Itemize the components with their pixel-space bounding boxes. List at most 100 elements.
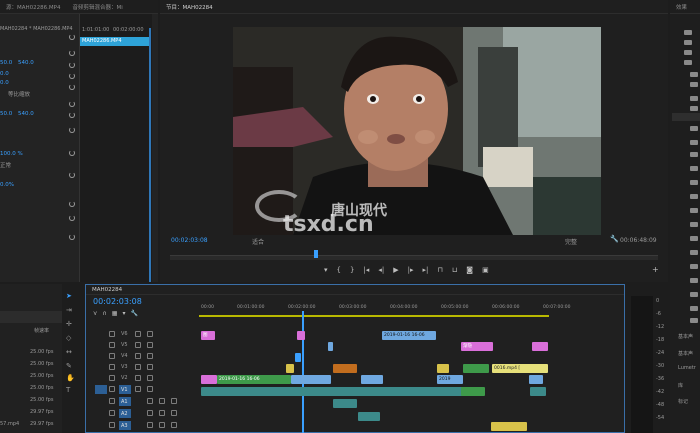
folder-icon[interactable] <box>690 236 698 241</box>
fit-dropdown[interactable]: 适合 <box>252 237 264 246</box>
reset-icon[interactable] <box>69 62 75 68</box>
reset-icon[interactable] <box>69 234 75 240</box>
folder-icon[interactable] <box>684 50 692 55</box>
reset-icon[interactable] <box>69 50 75 56</box>
folder-icon[interactable] <box>690 140 698 145</box>
razor-tool-icon[interactable]: ◇ <box>66 334 71 342</box>
program-timecode-current[interactable]: 00:02:03:08 <box>171 237 208 244</box>
panel-label-essential-sound-2[interactable]: 基本声 <box>678 350 693 357</box>
folder-icon[interactable] <box>690 278 698 283</box>
mute-icon[interactable] <box>147 422 153 428</box>
folder-icon[interactable] <box>690 264 698 269</box>
folder-icon[interactable] <box>690 222 698 227</box>
track-label-a2[interactable]: A2 <box>121 411 128 417</box>
sync-icon[interactable] <box>135 342 141 348</box>
lift-icon[interactable]: ⊓ <box>437 266 442 274</box>
clip-a2-audio[interactable] <box>333 399 357 408</box>
sync-icon[interactable] <box>135 353 141 359</box>
timeline-timecode[interactable]: 00:02:03:08 <box>93 297 142 306</box>
folder-icon[interactable] <box>690 126 698 131</box>
folder-icon[interactable] <box>690 72 698 77</box>
mini-playhead[interactable] <box>149 28 151 282</box>
mic-icon[interactable] <box>171 398 177 404</box>
value-scale[interactable]: 0.0 <box>0 71 9 79</box>
mute-icon[interactable] <box>147 398 153 404</box>
eye-icon[interactable] <box>147 342 153 348</box>
clip-v6-title[interactable]: 2019-01-16 16-06 <box>382 331 436 340</box>
clip-a1-audio[interactable] <box>201 387 463 396</box>
clip-v5-graphic[interactable] <box>532 342 548 351</box>
tab-program[interactable]: 节目：MAH02284 <box>160 3 219 11</box>
panel-label-lumetri[interactable]: Lumetr <box>678 365 696 371</box>
tab-effects[interactable]: 效果 <box>676 3 687 11</box>
folder-icon[interactable] <box>690 152 698 157</box>
selection-tool-icon[interactable]: ➤ <box>66 292 72 300</box>
step-forward-icon[interactable]: |▸ <box>408 266 414 274</box>
slip-tool-icon[interactable]: ↔ <box>66 348 72 356</box>
panel-label-essential-sound[interactable]: 基本声 <box>678 333 693 340</box>
mini-clip-bar[interactable]: MAH02286.MP4 <box>80 37 151 46</box>
reset-icon[interactable] <box>69 127 75 133</box>
clip-a4-audio[interactable] <box>491 422 527 431</box>
eye-icon[interactable] <box>147 386 153 392</box>
folder-icon[interactable] <box>690 166 698 171</box>
folder-selected-row[interactable] <box>672 113 700 121</box>
mark-out-icon[interactable]: } <box>350 266 354 274</box>
folder-icon[interactable] <box>684 60 692 65</box>
solo-icon[interactable] <box>159 398 165 404</box>
play-icon[interactable]: ▶ <box>393 266 398 274</box>
clip-v1-pink[interactable] <box>201 375 217 384</box>
quality-dropdown[interactable]: 完整 <box>565 237 577 246</box>
reset-icon[interactable] <box>69 84 75 90</box>
value-time-remap[interactable]: 0.0% <box>0 182 14 190</box>
tab-audio-mixer[interactable]: 音频剪辑混合器：Mi <box>66 3 128 11</box>
sync-icon[interactable] <box>135 375 141 381</box>
v1-source-patch[interactable] <box>95 385 107 394</box>
eye-icon[interactable] <box>147 353 153 359</box>
track-label-v3[interactable]: V3 <box>121 364 128 370</box>
value-anchor-x[interactable]: 50.0 <box>0 111 12 119</box>
mute-icon[interactable] <box>147 410 153 416</box>
reset-icon[interactable] <box>69 73 75 79</box>
export-frame-icon[interactable]: ◙ <box>466 266 473 274</box>
sync-icon[interactable] <box>135 331 141 337</box>
wrench-icon[interactable]: 🔧 <box>610 235 619 243</box>
folder-icon[interactable] <box>690 250 698 255</box>
track-label-a1[interactable]: A1 <box>121 399 128 405</box>
step-back-icon[interactable]: ◂| <box>378 266 384 274</box>
clip-a1-green[interactable] <box>461 387 485 396</box>
clip-v4-small[interactable] <box>295 353 301 362</box>
clip-v1-blue[interactable] <box>291 375 331 384</box>
eye-icon[interactable] <box>147 375 153 381</box>
lock-icon[interactable] <box>109 364 115 370</box>
eye-icon[interactable] <box>147 331 153 337</box>
ripple-edit-tool-icon[interactable]: ✛ <box>66 320 72 328</box>
clip-v5-small[interactable] <box>328 342 333 351</box>
folder-icon[interactable] <box>690 180 698 185</box>
work-area-bar[interactable] <box>199 315 549 317</box>
folder-icon[interactable] <box>690 306 698 311</box>
track-label-v1[interactable]: V1 <box>121 387 128 393</box>
mic-icon[interactable] <box>171 410 177 416</box>
solo-icon[interactable] <box>159 422 165 428</box>
reset-icon[interactable] <box>69 112 75 118</box>
clip-v1-blue[interactable] <box>361 375 383 384</box>
clip-v3-small[interactable] <box>437 364 449 373</box>
clip-v3-green[interactable] <box>463 364 489 373</box>
folder-icon[interactable] <box>690 208 698 213</box>
clip-v1-dated[interactable]: 2019 <box>437 375 463 384</box>
value-position-y[interactable]: 540.0 <box>18 60 34 68</box>
folder-icon[interactable] <box>690 292 698 297</box>
lock-icon[interactable] <box>109 353 115 359</box>
lock-icon[interactable] <box>109 331 115 337</box>
mark-in-icon[interactable]: { <box>337 266 341 274</box>
sync-icon[interactable] <box>135 386 141 392</box>
track-label-v4[interactable]: V4 <box>121 353 128 359</box>
timeline-snap-icons[interactable]: ⋎∩▦▾🔧 <box>93 310 143 317</box>
clip-a3-audio[interactable] <box>358 412 380 421</box>
track-label-v2[interactable]: V2 <box>121 375 128 381</box>
reset-icon[interactable] <box>69 201 75 207</box>
folder-icon[interactable] <box>684 30 692 35</box>
panel-label-libraries[interactable]: 库 <box>678 382 683 389</box>
add-button-icon[interactable]: + <box>652 265 659 274</box>
